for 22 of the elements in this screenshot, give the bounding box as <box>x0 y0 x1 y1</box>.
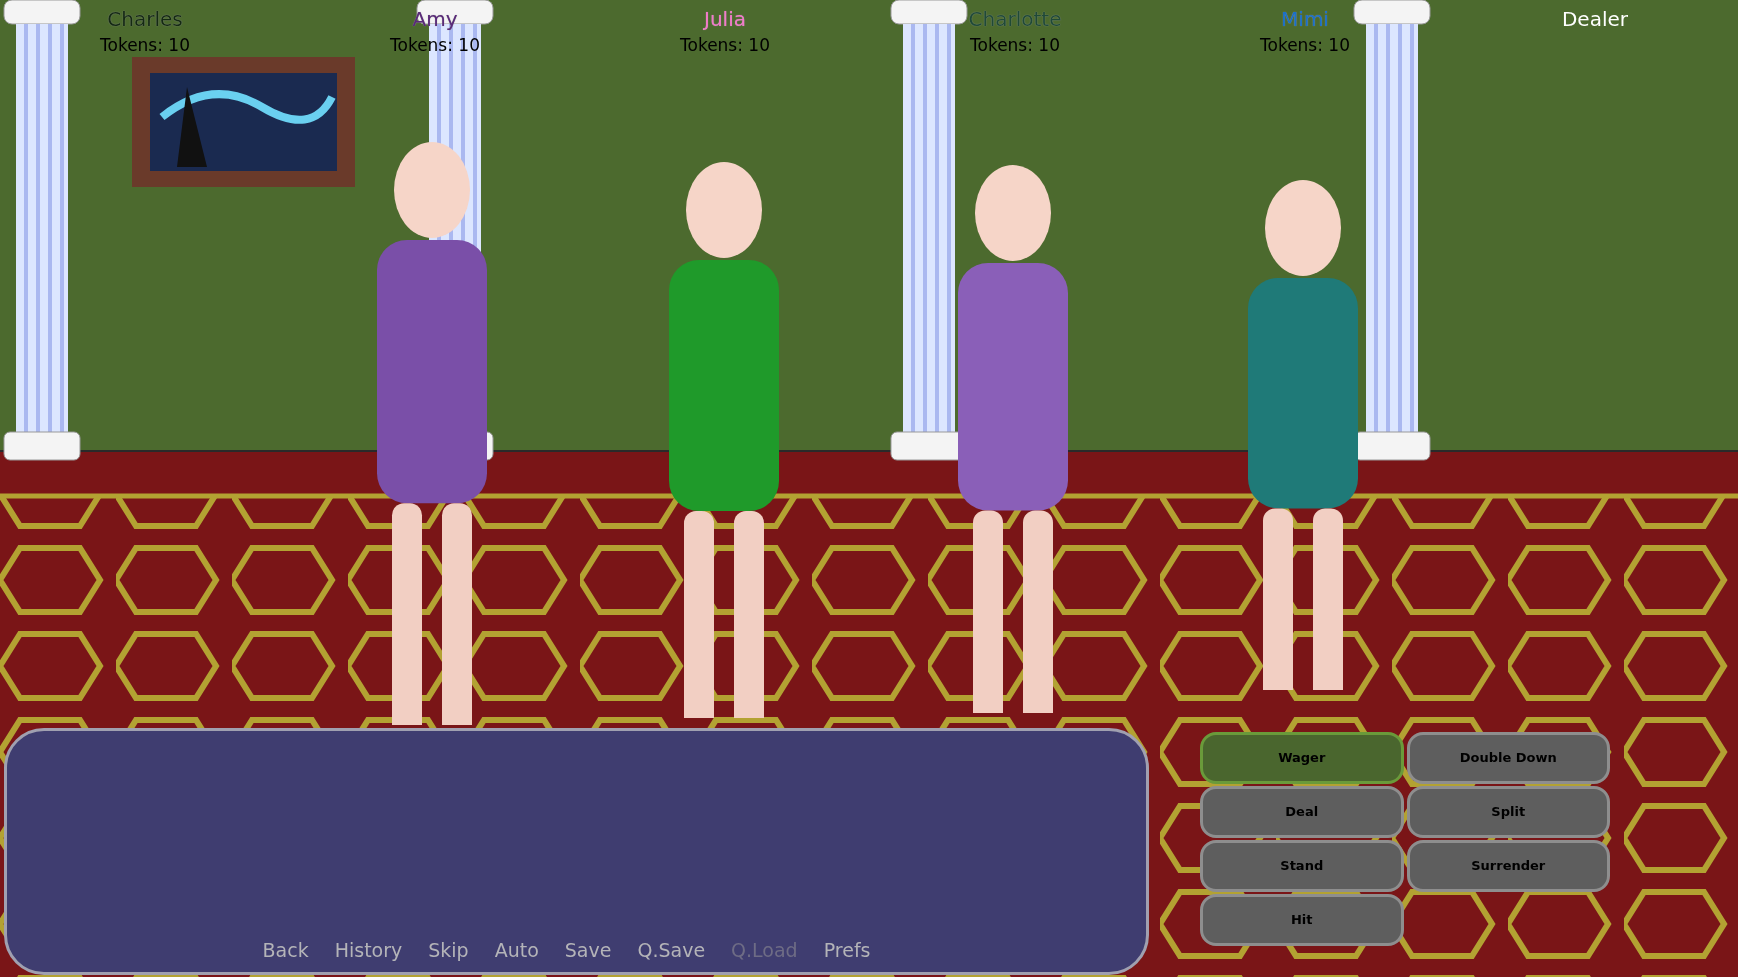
action-button[interactable]: Surrender <box>1406 840 1610 892</box>
token-count: Tokens: 10 <box>1260 38 1350 52</box>
action-button[interactable]: Double Down <box>1406 732 1610 784</box>
player-name: Charles <box>107 6 183 33</box>
player-name: Mimi <box>1281 6 1329 33</box>
quick-menu-button[interactable]: Skip <box>428 930 469 970</box>
quick-menu-button[interactable]: Q.Save <box>637 930 706 970</box>
player-name: Julia <box>704 6 746 33</box>
quick-menu-button[interactable]: Save <box>564 930 612 970</box>
action-button[interactable]: Stand <box>1200 840 1404 892</box>
action-button[interactable]: Hit <box>1200 894 1404 946</box>
action-button[interactable]: Split <box>1406 786 1610 838</box>
action-button[interactable]: Wager <box>1200 732 1404 784</box>
quick-menu-button[interactable]: Back <box>262 930 309 970</box>
token-count: Tokens: 10 <box>680 38 770 52</box>
quick-menu-button[interactable]: Prefs <box>823 930 871 970</box>
quick-menu-button[interactable]: Auto <box>494 930 539 970</box>
token-count: Tokens: 10 <box>100 38 190 52</box>
action-button[interactable]: Deal <box>1200 786 1404 838</box>
player-name: Dealer <box>1561 6 1628 33</box>
quick-menu-button[interactable]: History <box>334 930 403 970</box>
token-count: Tokens: 10 <box>970 38 1060 52</box>
